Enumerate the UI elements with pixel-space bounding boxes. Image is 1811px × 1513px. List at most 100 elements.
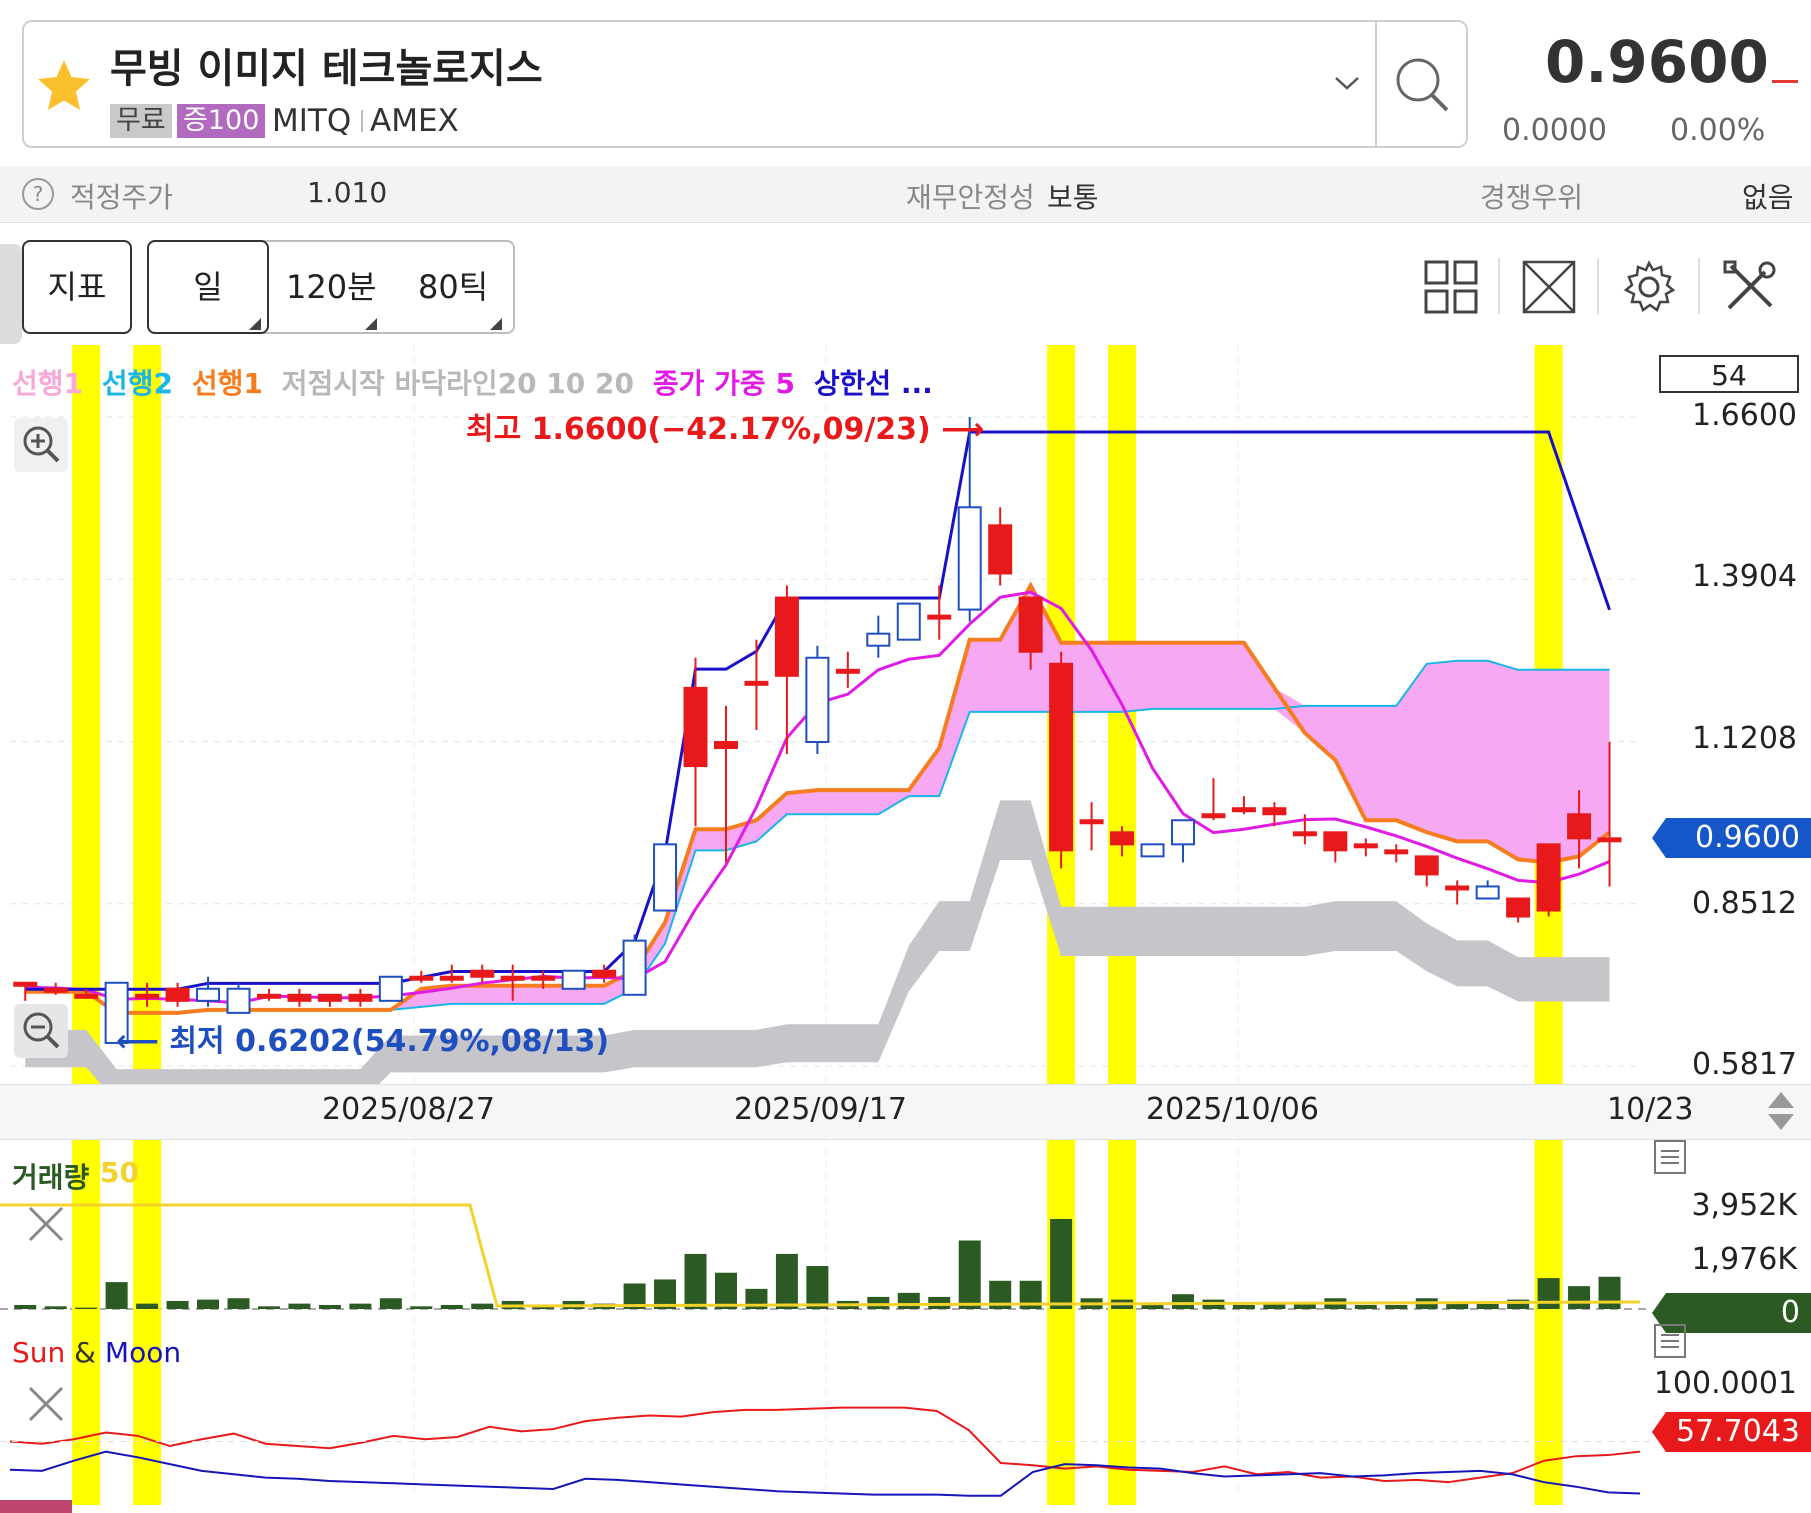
volume-bar [684,1253,707,1309]
ticker-symbol: MITQ [272,103,352,139]
candle-body [1018,596,1043,653]
candle-body [988,524,1013,575]
candle-body [561,969,586,990]
volume-bar [227,1298,250,1309]
candle-body [1536,843,1561,912]
drawing-tools-icon[interactable] [1721,258,1779,316]
candle-body [378,975,403,1002]
competitive-advantage-value: 없음 [1742,181,1794,214]
panel-menu-icon[interactable] [1654,1324,1686,1358]
fullscreen-icon[interactable] [1520,258,1578,316]
volume-bar [44,1306,67,1309]
zoom-in-icon[interactable] [14,418,68,472]
free-badge: 무료 [110,104,172,138]
price-direction-indicator [1772,80,1798,83]
layout-grid-icon[interactable] [1422,258,1480,316]
settings-gear-icon[interactable] [1620,258,1678,316]
highlight-bar [133,345,162,1505]
candle-body [74,993,99,999]
price-axis-label: 1.1208 [1692,721,1797,756]
close-panel-icon[interactable] [24,1382,68,1426]
highlight-bar [72,345,101,1505]
period-120min-button[interactable]: 120분 [286,240,377,334]
candle-body [1567,813,1592,840]
candle-body [683,686,708,768]
candle-body [439,975,464,981]
volume-bar [257,1306,280,1309]
candle-body [592,969,617,978]
moon-label: Moon [104,1336,182,1369]
volume-axis-label: 3,952K [1691,1188,1797,1223]
help-icon[interactable]: ? [22,178,54,210]
candle-body [470,969,495,978]
candle-body [1445,885,1470,891]
volume-bar [958,1240,981,1309]
low-price-annotation: ⟵ 최저 0.6202(54.79%,08/13) [116,1024,610,1059]
legend-close-weighted: 종가 가중 5 [652,367,795,400]
favorite-star-icon[interactable] [34,56,94,116]
volume-bar [1598,1276,1621,1309]
legend-span1: 선행1 [12,367,84,400]
side-panel-handle[interactable] [0,244,22,344]
candle-body [1384,849,1409,855]
candle-body [256,993,281,999]
candle-body [348,993,373,1002]
panel-menu-icon[interactable] [1654,1140,1686,1174]
corner-indicator-icon [365,318,377,330]
candle-body [835,668,860,674]
divider [1498,258,1500,314]
search-icon[interactable] [1377,22,1466,146]
stock-name[interactable]: 무빙 이미지 테크놀로지스 [110,36,543,94]
sunmoon-axis-label: 100.0001 [1653,1366,1797,1401]
volume-bar [1050,1219,1073,1309]
period-80tick-button[interactable]: 80틱 [418,240,488,334]
moon-line [9,1450,1641,1497]
scroll-arrows-icon[interactable] [1764,1090,1798,1132]
current-price-tag: 0.9600 [1695,820,1800,855]
candlestick-chart[interactable] [0,345,1811,1513]
candle-body [1079,819,1104,825]
corner-indicator-icon [249,318,261,330]
candle-body [1231,807,1256,813]
chevron-down-icon[interactable] [1332,72,1362,94]
candle-body [866,632,891,647]
candle-body [744,680,769,686]
candle-body [1597,837,1622,843]
divider [361,110,363,132]
competitive-advantage-label: 경쟁우위 [1480,181,1584,214]
volume-bar [806,1266,829,1309]
price-axis-label: 1.3904 [1692,559,1797,594]
volume-bar [410,1306,433,1309]
candle-body [1292,831,1317,837]
volume-bars [0,1203,1641,1309]
amp-label: & [74,1336,97,1369]
scale-count-box[interactable]: 54 [1659,355,1799,393]
volume-bar [197,1299,220,1309]
candle-body [196,987,221,1002]
price-change-percent: 0.00% [1670,113,1766,148]
volume-bar [1171,1294,1194,1309]
close-panel-icon[interactable] [24,1202,68,1246]
candle-body [287,993,312,1002]
candle-body [957,506,982,611]
candle-body [1262,807,1287,816]
volume-bar [440,1304,463,1309]
date-axis-label: 2025/08/27 [322,1092,495,1127]
candle-body [774,596,799,677]
legend-span2: 선행2 [101,367,173,400]
legend-bottom-line: 저점시작 바닥라인20 10 20 [281,367,634,400]
volume-bar [1537,1278,1560,1309]
legend-span1-b: 선행1 [191,367,263,400]
volume-bar [1232,1304,1255,1309]
sun-line [9,1406,1641,1484]
zoom-out-icon[interactable] [14,1004,68,1058]
candle-body [226,987,251,1014]
candle-body [1506,897,1531,918]
indicator-legend[interactable]: 선행1 선행2 선행1 저점시작 바닥라인20 10 20 종가 가중 5 상한… [12,362,943,402]
date-axis-label: 2025/10/06 [1146,1092,1319,1127]
volume-bar [897,1292,920,1309]
volume-bar [867,1296,890,1309]
candle-body [317,993,342,1002]
volume-bar [166,1300,189,1309]
indicator-button[interactable]: 지표 [22,240,132,334]
